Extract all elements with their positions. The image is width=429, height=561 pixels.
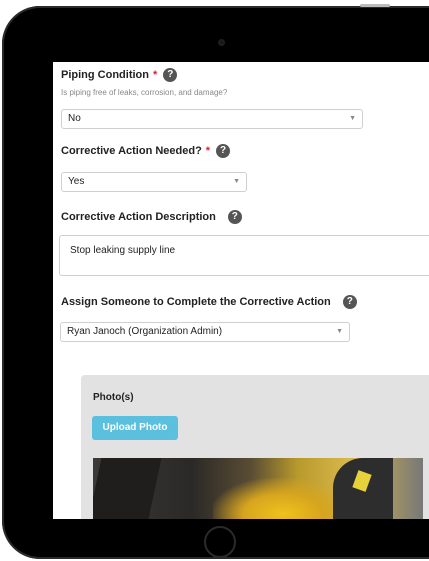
selected-value: Ryan Janoch (Organization Admin) [67, 326, 223, 337]
camera-icon [218, 39, 225, 46]
help-icon[interactable]: ? [227, 210, 242, 224]
chevron-down-icon: ▼ [233, 178, 240, 185]
photo-thumbnail[interactable] [93, 458, 423, 519]
piping-condition-label: Piping Condition *? [61, 68, 178, 82]
device-edge [360, 4, 390, 7]
selected-value: No [68, 113, 81, 124]
photos-panel: Photo(s) Upload Photo [81, 375, 429, 519]
required-mark: * [152, 68, 158, 81]
upload-photo-button[interactable]: Upload Photo [92, 416, 178, 440]
chevron-down-icon: ▼ [349, 115, 356, 122]
chevron-down-icon: ▼ [336, 328, 343, 335]
form-screen: Piping Condition *? Is piping free of lea… [53, 62, 429, 519]
home-button[interactable] [204, 526, 236, 558]
corrective-desc-label: Corrective Action Description? [61, 210, 242, 224]
help-icon[interactable]: ? [163, 68, 178, 82]
help-icon[interactable]: ? [342, 295, 357, 309]
required-mark: * [205, 144, 211, 157]
corrective-needed-label: Corrective Action Needed? *? [61, 144, 231, 158]
assign-select[interactable]: Ryan Janoch (Organization Admin) ▼ [60, 322, 350, 342]
selected-value: Yes [68, 176, 85, 187]
assign-label: Assign Someone to Complete the Correctiv… [61, 295, 357, 309]
tablet-frame: Piping Condition *? Is piping free of lea… [2, 6, 429, 559]
photos-title: Photo(s) [93, 392, 134, 403]
piping-condition-select[interactable]: No ▼ [61, 109, 363, 129]
corrective-desc-textarea[interactable]: Stop leaking supply line [59, 235, 429, 276]
corrective-needed-select[interactable]: Yes ▼ [61, 172, 247, 192]
piping-condition-hint: Is piping free of leaks, corrosion, and … [61, 88, 228, 97]
help-icon[interactable]: ? [216, 144, 231, 158]
